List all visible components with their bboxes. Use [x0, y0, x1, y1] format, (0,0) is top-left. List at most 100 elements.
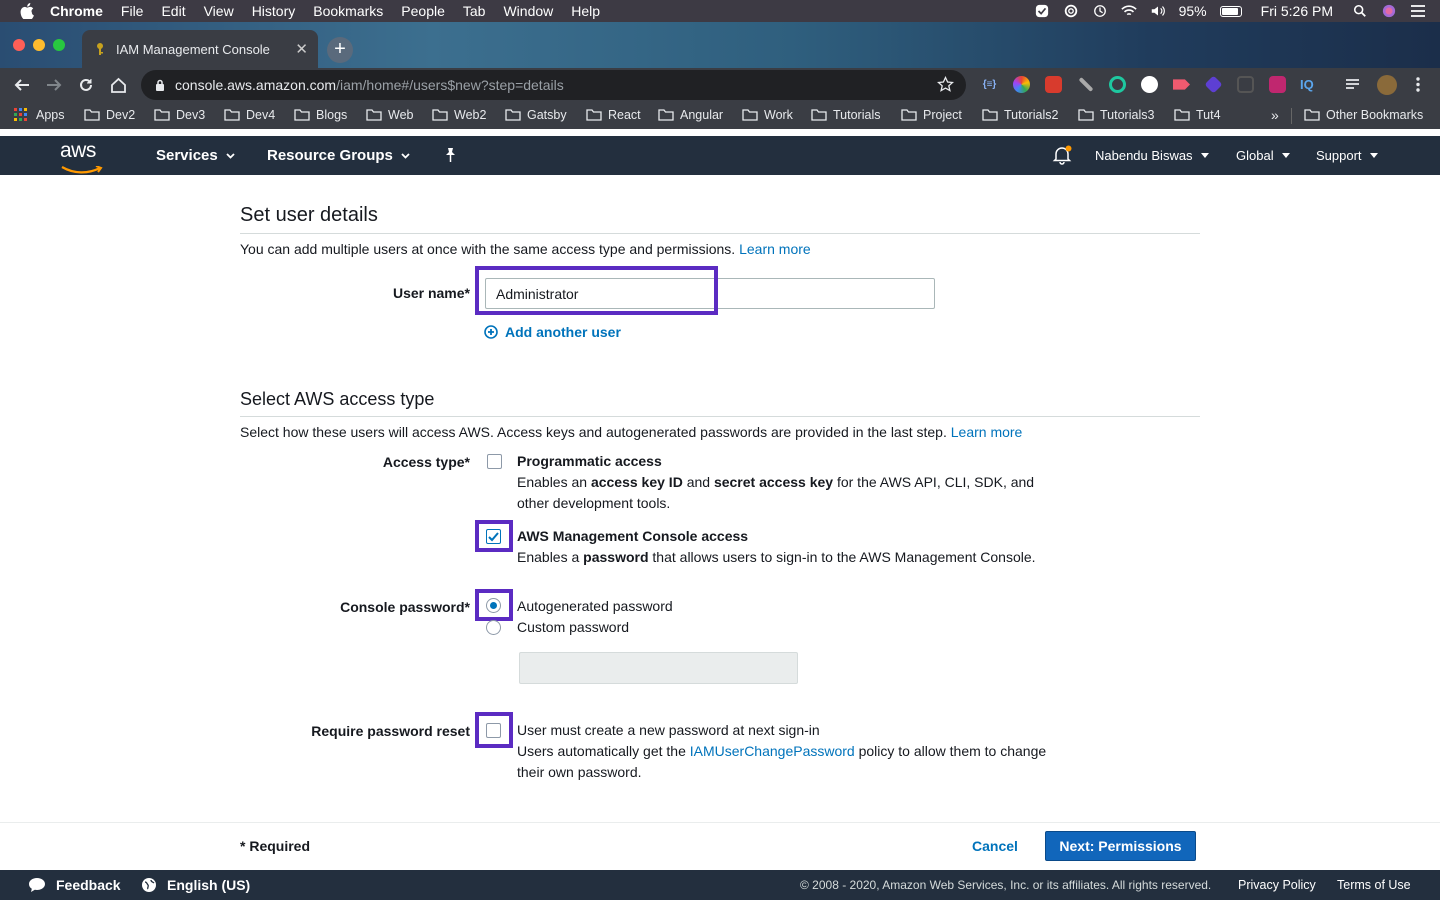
- menu-edit[interactable]: Edit: [161, 3, 185, 19]
- programmatic-access-checkbox[interactable]: [487, 454, 502, 469]
- learn-more-link[interactable]: Learn more: [739, 241, 811, 257]
- new-tab-button[interactable]: +: [327, 37, 353, 63]
- bookmark-apps[interactable]: Apps: [14, 108, 65, 122]
- menu-help[interactable]: Help: [571, 3, 600, 19]
- aws-logo[interactable]: aws: [60, 139, 104, 174]
- maximize-window-icon[interactable]: [53, 39, 65, 51]
- services-menu[interactable]: Services: [156, 147, 235, 164]
- checkmark-status-icon[interactable]: [1034, 4, 1050, 18]
- bookmark-other[interactable]: Other Bookmarks: [1304, 108, 1423, 122]
- more-bookmarks-button[interactable]: »: [1271, 107, 1279, 123]
- spotlight-search-icon[interactable]: [1352, 4, 1368, 18]
- bookmark-folder[interactable]: Project: [901, 108, 962, 122]
- notifications-bell-icon[interactable]: [1052, 145, 1072, 165]
- menu-view[interactable]: View: [204, 3, 234, 19]
- time-machine-icon[interactable]: [1092, 4, 1108, 18]
- privacy-policy-link[interactable]: Privacy Policy: [1238, 878, 1316, 892]
- bookmark-label: Dev4: [246, 108, 276, 122]
- bookmark-folder[interactable]: Dev3: [154, 108, 205, 122]
- extension-json-icon[interactable]: {≡}: [981, 76, 998, 93]
- custom-password-radio[interactable]: [486, 620, 501, 635]
- password-reset-text: User must create a new password at next …: [517, 722, 820, 738]
- language-selector[interactable]: English (US): [141, 877, 250, 893]
- menu-people[interactable]: People: [401, 3, 445, 19]
- browser-tab-iam[interactable]: IAM Management Console ✕: [82, 30, 318, 68]
- bookmark-folder[interactable]: Tutorials: [811, 108, 880, 122]
- bookmark-folder[interactable]: Web2: [432, 108, 486, 122]
- reading-list-icon[interactable]: [1344, 76, 1361, 93]
- terms-of-use-link[interactable]: Terms of Use: [1337, 878, 1411, 892]
- home-icon[interactable]: [107, 74, 129, 96]
- menu-chrome[interactable]: Chrome: [50, 3, 103, 19]
- aws-logo-text: aws: [60, 139, 96, 162]
- iam-user-change-password-link[interactable]: IAMUserChangePassword: [690, 743, 855, 759]
- battery-icon[interactable]: [1219, 5, 1242, 17]
- lock-icon[interactable]: [155, 79, 165, 91]
- siri-icon[interactable]: [1381, 4, 1397, 18]
- menu-tab[interactable]: Tab: [463, 3, 486, 19]
- bookmark-folder[interactable]: React: [586, 108, 641, 122]
- iam-key-icon: [97, 43, 103, 55]
- menu-window[interactable]: Window: [503, 3, 553, 19]
- close-window-icon[interactable]: [13, 39, 25, 51]
- bookmark-star-icon[interactable]: [937, 76, 954, 93]
- bookmark-folder[interactable]: Tutorials2: [982, 108, 1058, 122]
- menu-bookmarks[interactable]: Bookmarks: [313, 3, 383, 19]
- bookmark-folder[interactable]: Blogs: [294, 108, 347, 122]
- extension-arrow-icon[interactable]: [1173, 79, 1190, 90]
- close-tab-icon[interactable]: ✕: [295, 40, 308, 58]
- extension-pen-icon[interactable]: [1078, 77, 1094, 92]
- add-another-user-link[interactable]: Add another user: [484, 324, 621, 340]
- learn-more-link[interactable]: Learn more: [951, 424, 1023, 440]
- clock[interactable]: Fri 5:26 PM: [1261, 3, 1333, 19]
- chevron-down-icon: [1369, 153, 1378, 158]
- account-menu[interactable]: Nabendu Biswas: [1095, 148, 1209, 163]
- menu-file[interactable]: File: [121, 3, 144, 19]
- next-permissions-button[interactable]: Next: Permissions: [1045, 831, 1196, 861]
- bookmark-folder[interactable]: Work: [742, 108, 793, 122]
- extension-target-icon[interactable]: [1109, 76, 1126, 93]
- cancel-button[interactable]: Cancel: [972, 838, 1018, 854]
- control-center-icon[interactable]: [1410, 4, 1426, 18]
- menu-history[interactable]: History: [252, 3, 296, 19]
- url-host: console.aws.amazon.com: [175, 77, 337, 93]
- extension-face-icon[interactable]: [1141, 76, 1158, 93]
- creative-cloud-icon[interactable]: [1063, 4, 1079, 18]
- feedback-button[interactable]: Feedback: [28, 877, 121, 893]
- address-bar[interactable]: console.aws.amazon.com/iam/home#/users$n…: [141, 70, 966, 100]
- profile-avatar[interactable]: [1377, 75, 1397, 95]
- pin-icon[interactable]: [443, 147, 458, 163]
- extension-grey-icon[interactable]: [1237, 76, 1254, 93]
- bookmark-folder[interactable]: Angular: [658, 108, 723, 122]
- extension-diamond-icon[interactable]: [1204, 75, 1223, 94]
- description-text: Select how these users will access AWS. …: [240, 424, 947, 440]
- extension-color-picker-icon[interactable]: [1013, 76, 1030, 93]
- resource-groups-menu[interactable]: Resource Groups: [267, 147, 410, 164]
- custom-password-input[interactable]: [519, 652, 798, 684]
- globe-icon: [142, 878, 156, 892]
- extension-pink-icon[interactable]: [1269, 76, 1286, 93]
- extension-iq-icon[interactable]: IQ: [1300, 76, 1317, 93]
- bookmark-folder[interactable]: Tutorials3: [1078, 108, 1154, 122]
- option-desc: Enables an: [517, 474, 588, 490]
- bookmark-folder[interactable]: Tut4: [1174, 108, 1221, 122]
- reload-icon[interactable]: [75, 74, 97, 96]
- extension-red-icon[interactable]: [1045, 76, 1062, 93]
- programmatic-access-option: Programmatic access Enables an access ke…: [517, 451, 1034, 514]
- region-menu[interactable]: Global: [1236, 148, 1290, 163]
- folder-icon: [901, 109, 917, 121]
- bookmark-folder[interactable]: Gatsby: [505, 108, 567, 122]
- volume-icon[interactable]: [1150, 4, 1166, 18]
- chrome-menu-icon[interactable]: [1411, 76, 1425, 93]
- minimize-window-icon[interactable]: [33, 39, 45, 51]
- bookmark-folder[interactable]: Dev4: [224, 108, 275, 122]
- support-menu[interactable]: Support: [1316, 148, 1378, 163]
- forward-icon[interactable]: [43, 74, 65, 96]
- apple-icon[interactable]: [20, 3, 34, 19]
- bookmark-folder[interactable]: Web: [366, 108, 413, 122]
- back-icon[interactable]: [11, 74, 33, 96]
- wifi-icon[interactable]: [1120, 4, 1137, 18]
- bookmark-label: Project: [923, 108, 962, 122]
- bookmark-folder[interactable]: Dev2: [84, 108, 135, 122]
- chevron-down-icon: [1281, 153, 1290, 158]
